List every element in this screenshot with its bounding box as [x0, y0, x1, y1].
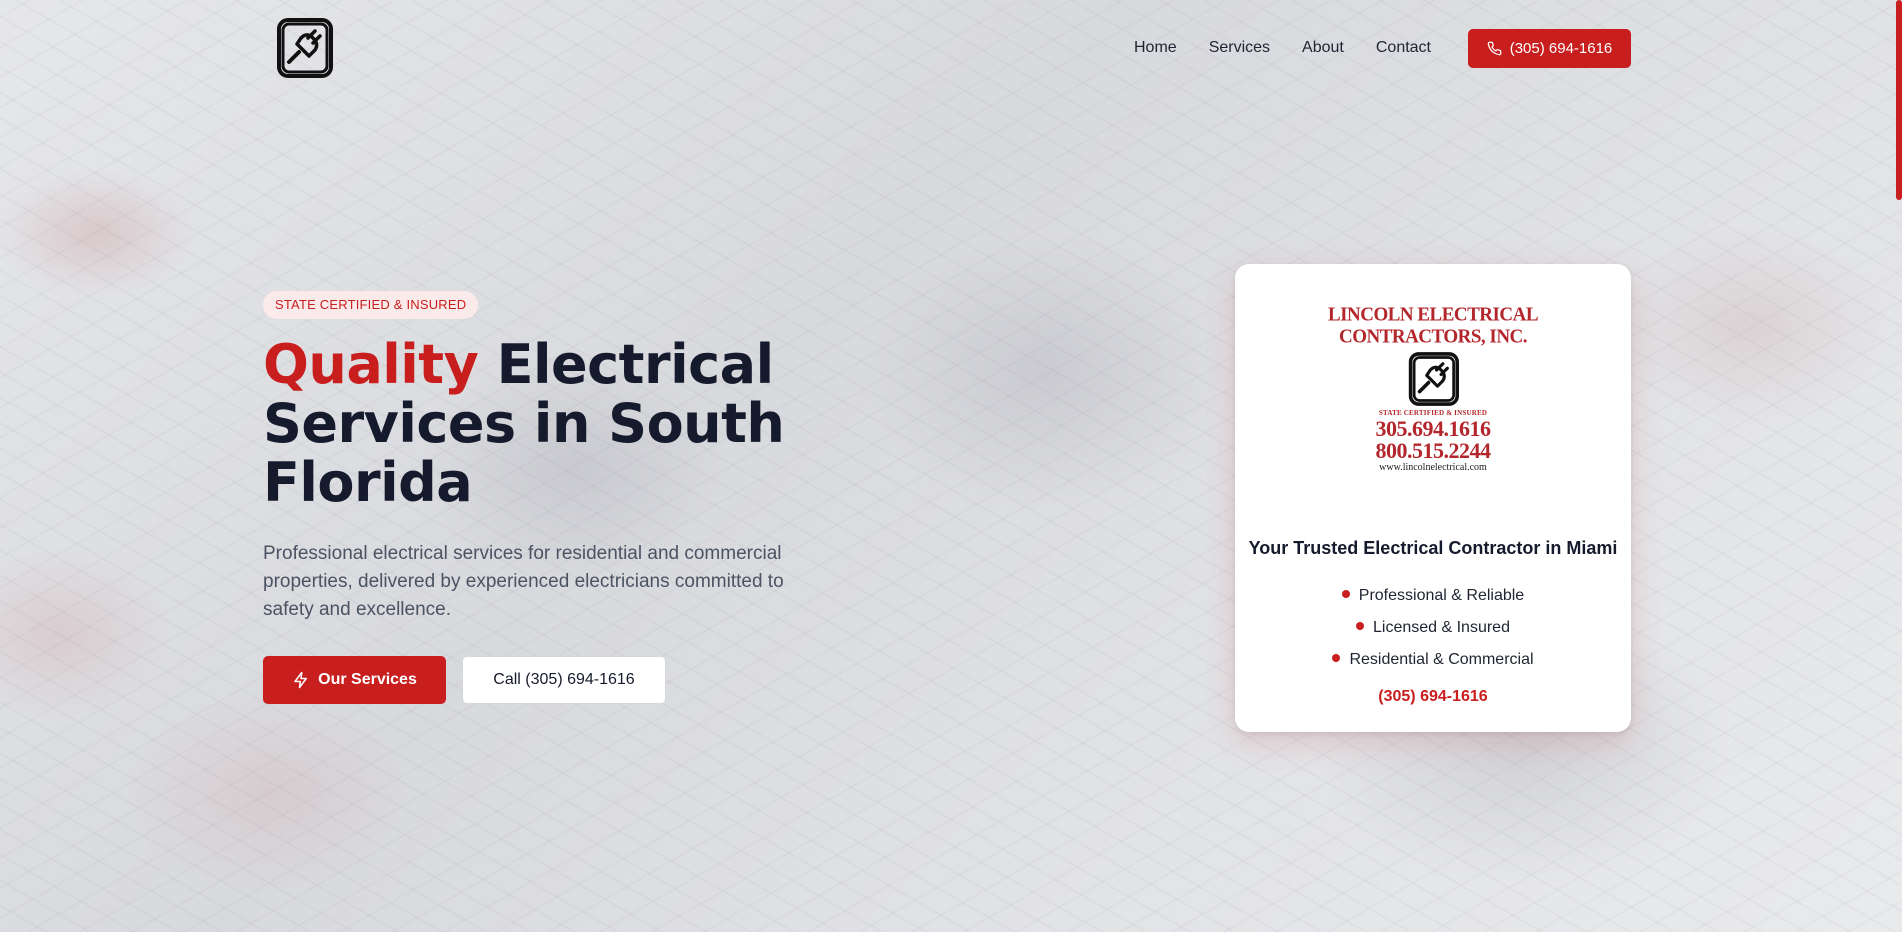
card-phone-link[interactable]: (305) 694-1616 [1235, 688, 1631, 706]
scrollbar-thumb[interactable] [1896, 0, 1902, 200]
bullet-icon [1356, 622, 1364, 630]
nav-about[interactable]: About [1302, 30, 1344, 66]
certification-badge: STATE CERTIFIED & INSURED [263, 291, 479, 319]
bullet-icon [1341, 590, 1350, 598]
header-phone-button[interactable]: (305) 694-1616 [1468, 29, 1631, 68]
call-button-label: Call (305) 694-1616 [493, 671, 635, 688]
nav-services[interactable]: Services [1209, 30, 1270, 66]
feature-label: Residential & Commercial [1349, 651, 1534, 668]
call-button[interactable]: Call (305) 694-1616 [462, 656, 666, 704]
nav-home[interactable]: Home [1134, 30, 1177, 66]
feature-item: Licensed & Insured [1235, 612, 1631, 644]
feature-list: Professional & Reliable Licensed & Insur… [1235, 580, 1631, 676]
our-services-button[interactable]: Our Services [263, 656, 446, 704]
site-logo[interactable] [275, 18, 333, 78]
plug-icon [1408, 352, 1459, 406]
our-services-label: Our Services [318, 671, 417, 688]
feature-label: Licensed & Insured [1373, 619, 1510, 636]
company-phone-1: 305.694.1616 [1375, 416, 1492, 441]
company-name-line1: LINCOLN ELECTRICAL [1327, 303, 1539, 326]
company-phone-2: 800.515.2244 [1375, 438, 1492, 463]
contractor-card: LINCOLN ELECTRICAL CONTRACTORS, INC. STA… [1235, 264, 1631, 732]
header-phone-label: (305) 694-1616 [1509, 40, 1613, 57]
hero-description: Professional electrical services for res… [263, 543, 784, 620]
hero-title-accent: Quality [263, 333, 479, 396]
hero-title: Quality Electrical Services in South Flo… [263, 335, 823, 512]
lightning-icon [294, 671, 308, 689]
main-nav: Home Services About Contact [1134, 30, 1463, 66]
plug-icon [277, 18, 333, 78]
feature-label: Professional & Reliable [1358, 587, 1525, 604]
card-title: Your Trusted Electrical Contractor in Mi… [1248, 538, 1618, 558]
company-logo: LINCOLN ELECTRICAL CONTRACTORS, INC. STA… [1325, 303, 1541, 473]
company-website: www.lincolnelectrical.com [1379, 462, 1487, 473]
phone-icon [1487, 41, 1502, 56]
bullet-icon [1332, 654, 1341, 662]
feature-item: Residential & Commercial [1235, 644, 1631, 676]
feature-item: Professional & Reliable [1235, 580, 1631, 612]
nav-contact[interactable]: Contact [1376, 30, 1431, 66]
company-name-line2: CONTRACTORS, INC. [1338, 325, 1528, 348]
